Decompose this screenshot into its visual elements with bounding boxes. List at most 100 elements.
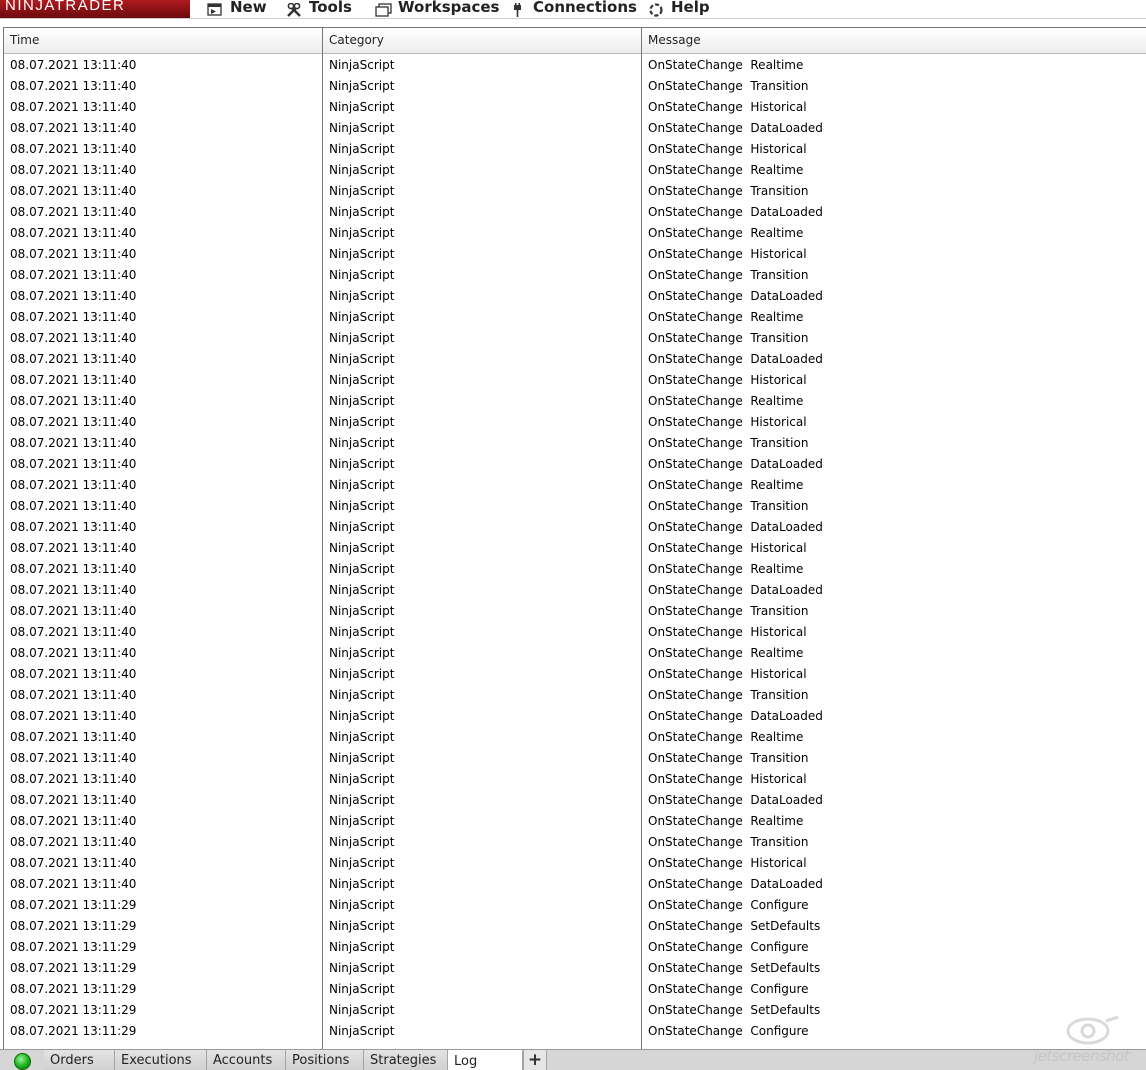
- cell-time: 08.07.2021 13:11:40: [10, 226, 137, 240]
- cell-category: NinjaScript: [329, 436, 395, 450]
- tab-executions[interactable]: Executions: [115, 1050, 207, 1070]
- cell-time: 08.07.2021 13:11:40: [10, 667, 137, 681]
- cell-message: OnStateChange Realtime: [648, 478, 804, 492]
- menu-connections[interactable]: Connections: [510, 0, 637, 18]
- tab-strategies[interactable]: Strategies: [364, 1050, 448, 1070]
- table-row[interactable]: 08.07.2021 13:11:40 NinjaScript OnStateCha…: [4, 664, 1146, 685]
- cell-category: NinjaScript: [329, 667, 395, 681]
- cell-time: 08.07.2021 13:11:40: [10, 583, 137, 597]
- cell-message: OnStateChange SetDefaults: [648, 919, 821, 933]
- menu-workspaces[interactable]: Workspaces: [375, 0, 499, 18]
- table-row[interactable]: 08.07.2021 13:11:40 NinjaScript OnStateCha…: [4, 601, 1146, 622]
- cell-time: 08.07.2021 13:11:40: [10, 646, 137, 660]
- table-row[interactable]: 08.07.2021 13:11:40 NinjaScript OnStateCha…: [4, 538, 1146, 559]
- cell-message: OnStateChange Configure: [648, 1024, 809, 1038]
- cell-time: 08.07.2021 13:11:29: [10, 940, 137, 954]
- table-row[interactable]: 08.07.2021 13:11:40 NinjaScript OnStateCha…: [4, 391, 1146, 412]
- cell-category: NinjaScript: [329, 205, 395, 219]
- cell-category: NinjaScript: [329, 331, 395, 345]
- cell-message: OnStateChange Historical: [648, 247, 807, 261]
- cell-time: 08.07.2021 13:11:29: [10, 1003, 137, 1017]
- cell-time: 08.07.2021 13:11:40: [10, 604, 137, 618]
- help-lifebuoy-icon: [648, 2, 664, 17]
- table-row[interactable]: 08.07.2021 13:11:40 NinjaScript OnStateCha…: [4, 475, 1146, 496]
- add-tab-button[interactable]: +: [523, 1050, 547, 1070]
- column-header-time[interactable]: Time: [4, 28, 39, 54]
- table-row[interactable]: 08.07.2021 13:11:40 NinjaScript OnStateCha…: [4, 307, 1146, 328]
- table-row[interactable]: 08.07.2021 13:11:40 NinjaScript OnStateCha…: [4, 244, 1146, 265]
- table-row[interactable]: 08.07.2021 13:11:40 NinjaScript OnStateCha…: [4, 706, 1146, 727]
- cell-category: NinjaScript: [329, 499, 395, 513]
- table-row[interactable]: 08.07.2021 13:11:40 NinjaScript OnStateCha…: [4, 286, 1146, 307]
- tab-log[interactable]: Log: [448, 1050, 523, 1070]
- log-grid-header: Time Category Message: [4, 28, 1146, 54]
- cell-category: NinjaScript: [329, 100, 395, 114]
- table-row[interactable]: 08.07.2021 13:11:40 NinjaScript OnStateCha…: [4, 118, 1146, 139]
- cell-time: 08.07.2021 13:11:40: [10, 457, 137, 471]
- cell-time: 08.07.2021 13:11:40: [10, 688, 137, 702]
- table-row[interactable]: 08.07.2021 13:11:29 NinjaScript OnStateCha…: [4, 937, 1146, 958]
- cell-time: 08.07.2021 13:11:40: [10, 205, 137, 219]
- table-row[interactable]: 08.07.2021 13:11:40 NinjaScript OnStateCha…: [4, 139, 1146, 160]
- table-row[interactable]: 08.07.2021 13:11:40 NinjaScript OnStateCha…: [4, 748, 1146, 769]
- table-row[interactable]: 08.07.2021 13:11:40 NinjaScript OnStateCha…: [4, 160, 1146, 181]
- column-header-category[interactable]: Category: [323, 28, 384, 54]
- cell-message: OnStateChange Historical: [648, 667, 807, 681]
- table-row[interactable]: 08.07.2021 13:11:40 NinjaScript OnStateCha…: [4, 685, 1146, 706]
- table-row[interactable]: 08.07.2021 13:11:40 NinjaScript OnStateCha…: [4, 328, 1146, 349]
- table-row[interactable]: 08.07.2021 13:11:40 NinjaScript OnStateCha…: [4, 811, 1146, 832]
- table-row[interactable]: 08.07.2021 13:11:29 NinjaScript OnStateCha…: [4, 895, 1146, 916]
- menu-new[interactable]: New: [207, 0, 267, 18]
- cell-message: OnStateChange Historical: [648, 373, 807, 387]
- menu-tools-label: Tools: [309, 0, 352, 16]
- cell-message: OnStateChange Historical: [648, 856, 807, 870]
- table-row[interactable]: 08.07.2021 13:11:40 NinjaScript OnStateCha…: [4, 454, 1146, 475]
- table-row[interactable]: 08.07.2021 13:11:29 NinjaScript OnStateCha…: [4, 958, 1146, 979]
- cell-category: NinjaScript: [329, 835, 395, 849]
- table-row[interactable]: 08.07.2021 13:11:40 NinjaScript OnStateCha…: [4, 202, 1146, 223]
- table-row[interactable]: 08.07.2021 13:11:40 NinjaScript OnStateCha…: [4, 76, 1146, 97]
- table-row[interactable]: 08.07.2021 13:11:40 NinjaScript OnStateCha…: [4, 853, 1146, 874]
- table-row[interactable]: 08.07.2021 13:11:40 NinjaScript OnStateCha…: [4, 265, 1146, 286]
- table-row[interactable]: 08.07.2021 13:11:40 NinjaScript OnStateCha…: [4, 55, 1146, 76]
- log-grid[interactable]: Time Category Message 08.07.2021 13:11:4…: [3, 27, 1146, 1049]
- table-row[interactable]: 08.07.2021 13:11:40 NinjaScript OnStateCha…: [4, 433, 1146, 454]
- tab-positions[interactable]: Positions: [286, 1050, 364, 1070]
- table-row[interactable]: 08.07.2021 13:11:29 NinjaScript OnStateCha…: [4, 916, 1146, 937]
- table-row[interactable]: 08.07.2021 13:11:40 NinjaScript OnStateCha…: [4, 97, 1146, 118]
- table-row[interactable]: 08.07.2021 13:11:29 NinjaScript OnStateCha…: [4, 979, 1146, 1000]
- table-row[interactable]: 08.07.2021 13:11:40 NinjaScript OnStateCha…: [4, 517, 1146, 538]
- table-row[interactable]: 08.07.2021 13:11:40 NinjaScript OnStateCha…: [4, 496, 1146, 517]
- table-row[interactable]: 08.07.2021 13:11:40 NinjaScript OnStateCha…: [4, 223, 1146, 244]
- table-row[interactable]: 08.07.2021 13:11:40 NinjaScript OnStateCha…: [4, 643, 1146, 664]
- table-row[interactable]: 08.07.2021 13:11:40 NinjaScript OnStateCha…: [4, 790, 1146, 811]
- table-row[interactable]: 08.07.2021 13:11:29 NinjaScript OnStateCha…: [4, 1000, 1146, 1021]
- table-row[interactable]: 08.07.2021 13:11:40 NinjaScript OnStateCha…: [4, 349, 1146, 370]
- menu-tools[interactable]: Tools: [286, 0, 352, 18]
- table-row[interactable]: 08.07.2021 13:11:40 NinjaScript OnStateCha…: [4, 874, 1146, 895]
- cell-time: 08.07.2021 13:11:40: [10, 142, 137, 156]
- table-row[interactable]: 08.07.2021 13:11:40 NinjaScript OnStateCha…: [4, 559, 1146, 580]
- tab-accounts[interactable]: Accounts: [207, 1050, 286, 1070]
- menu-help[interactable]: Help: [648, 0, 710, 18]
- table-row[interactable]: 08.07.2021 13:11:40 NinjaScript OnStateCha…: [4, 727, 1146, 748]
- cell-message: OnStateChange Configure: [648, 982, 809, 996]
- table-row[interactable]: 08.07.2021 13:11:40 NinjaScript OnStateCha…: [4, 832, 1146, 853]
- table-row[interactable]: 08.07.2021 13:11:40 NinjaScript OnStateCha…: [4, 580, 1146, 601]
- cell-time: 08.07.2021 13:11:40: [10, 184, 137, 198]
- column-header-message[interactable]: Message: [642, 28, 701, 54]
- cell-time: 08.07.2021 13:11:40: [10, 310, 137, 324]
- cell-category: NinjaScript: [329, 919, 395, 933]
- menu-connections-label: Connections: [533, 0, 637, 16]
- cell-category: NinjaScript: [329, 646, 395, 660]
- table-row[interactable]: 08.07.2021 13:11:40 NinjaScript OnStateCha…: [4, 370, 1146, 391]
- tab-orders[interactable]: Orders: [44, 1050, 115, 1070]
- table-row[interactable]: 08.07.2021 13:11:40 NinjaScript OnStateCha…: [4, 412, 1146, 433]
- cell-time: 08.07.2021 13:11:40: [10, 331, 137, 345]
- table-row[interactable]: 08.07.2021 13:11:40 NinjaScript OnStateCha…: [4, 769, 1146, 790]
- table-row[interactable]: 08.07.2021 13:11:29 NinjaScript OnStateCha…: [4, 1021, 1146, 1042]
- cell-category: NinjaScript: [329, 520, 395, 534]
- table-row[interactable]: 08.07.2021 13:11:40 NinjaScript OnStateCha…: [4, 622, 1146, 643]
- table-row[interactable]: 08.07.2021 13:11:40 NinjaScript OnStateCha…: [4, 181, 1146, 202]
- cell-message: OnStateChange SetDefaults: [648, 1003, 821, 1017]
